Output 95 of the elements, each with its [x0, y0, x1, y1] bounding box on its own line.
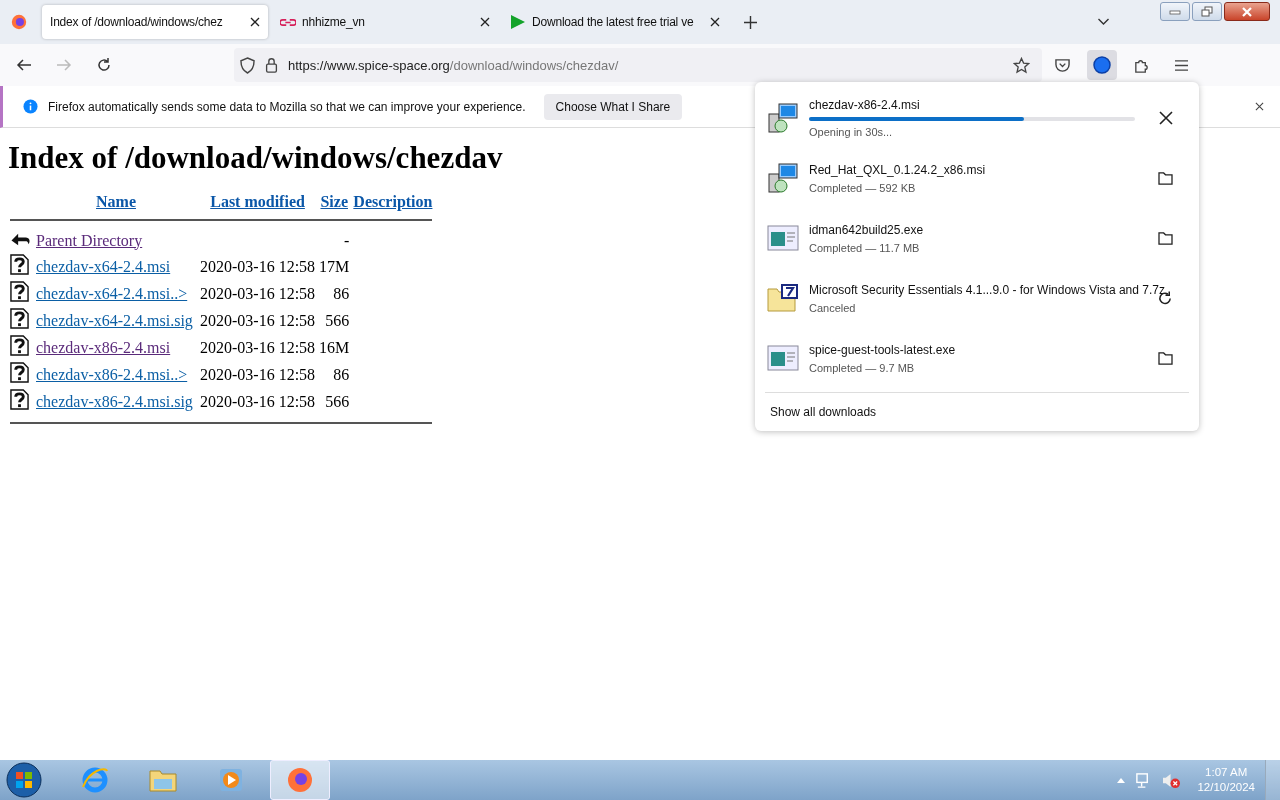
column-header-link[interactable]: Description [353, 193, 433, 210]
url-text: https://www.spice-space.org/download/windows/chezdav/ [288, 57, 619, 73]
minimize-icon [1169, 8, 1181, 15]
tab-title: Index of /download/windows/chez [50, 15, 224, 29]
unknown-file-icon [10, 335, 29, 356]
star-icon[interactable] [1013, 56, 1030, 74]
muted-speaker-icon[interactable] [1162, 771, 1182, 789]
window-icon [767, 344, 799, 372]
download-status: Canceled [809, 301, 857, 314]
info-icon [23, 99, 38, 114]
pocket-icon[interactable] [1054, 57, 1071, 73]
file-link[interactable]: chezdav-x64-2.4.msi..> [36, 284, 188, 302]
download-filename: spice-guest-tools-latest.exe [809, 342, 956, 357]
lock-icon[interactable] [265, 57, 278, 73]
tab-title: nhhizme_vn [302, 15, 366, 29]
column-header-link[interactable]: Size [320, 193, 348, 210]
folder-icon[interactable] [1158, 171, 1173, 185]
plus-icon[interactable] [744, 15, 757, 29]
modified-date: 2020-03-16 12:58 [200, 392, 316, 410]
close-icon[interactable] [480, 17, 490, 27]
browser-tab[interactable]: Download the latest free trial ve [502, 5, 728, 39]
unknown-file-icon [10, 389, 29, 410]
download-item[interactable]: Red_Hat_QXL_0.1.24.2_x86.msi Completed — 592 KB [763, 148, 1191, 208]
back-icon[interactable] [16, 57, 32, 73]
chevron-down-icon[interactable] [1097, 18, 1110, 26]
file-size: 566 [325, 311, 350, 329]
browser-tab[interactable]: nhhizme_vn [272, 5, 498, 39]
column-header-link[interactable]: Name [96, 193, 136, 210]
menu-icon[interactable] [1174, 58, 1189, 72]
download-status: Completed — 592 KB [809, 181, 917, 194]
folder-icon[interactable] [1158, 351, 1173, 365]
unknown-file-icon [10, 362, 29, 383]
close-icon[interactable] [1255, 102, 1264, 111]
file-link[interactable]: chezdav-x86-2.4.msi.sig [36, 392, 193, 410]
column-header-link[interactable]: Last modified [210, 193, 305, 210]
archive-folder-icon [767, 283, 799, 313]
unknown-file-icon [10, 281, 29, 302]
modified-date: 2020-03-16 12:58 [200, 257, 316, 275]
download-status: Completed — 9.7 MB [809, 361, 916, 374]
close-button[interactable] [1224, 2, 1270, 21]
downloads-button[interactable] [1087, 50, 1117, 80]
installer-icon [767, 102, 799, 134]
folder-icon[interactable] [1158, 231, 1173, 245]
modified-date: 2020-03-16 12:58 [200, 311, 316, 329]
restore-icon [1201, 5, 1213, 18]
file-size: 566 [325, 392, 350, 410]
firefox-icon[interactable] [10, 13, 28, 31]
window-icon [767, 224, 799, 252]
circle-icon [1092, 55, 1112, 75]
download-item[interactable]: spice-guest-tools-latest.exe Completed — 9.7 MB [763, 328, 1191, 388]
download-filename: chezdav-x86-2.4.msi [809, 98, 920, 112]
choose-what-i-share-button[interactable]: Choose What I Share [543, 93, 683, 120]
link-icon [280, 16, 296, 28]
file-link[interactable]: chezdav-x86-2.4.msi [36, 338, 171, 356]
show-all-downloads-link[interactable]: Show all downloads [763, 397, 884, 421]
modified-date: 2020-03-16 12:58 [200, 338, 316, 356]
close-icon[interactable] [1159, 111, 1173, 125]
close-icon [1241, 6, 1253, 17]
unknown-file-icon [10, 254, 29, 275]
download-status: Opening in 30s... [809, 126, 894, 138]
modified-date: 2020-03-16 12:58 [200, 365, 316, 383]
download-status: Completed — 11.7 MB [809, 241, 921, 254]
file-size: - [344, 231, 350, 249]
shield-icon[interactable] [240, 56, 255, 74]
page-heading: Index of /download/windows/chezdav [8, 140, 503, 176]
file-size: 86 [333, 284, 350, 302]
download-item[interactable]: chezdav-x86-2.4.msi Opening in 30s... [763, 88, 1191, 148]
browser-e-icon [80, 765, 110, 795]
start-button[interactable] [6, 762, 42, 798]
unknown-file-icon [10, 308, 29, 329]
reload-icon[interactable] [96, 57, 112, 73]
browser-tab[interactable]: Index of /download/windows/chez [42, 5, 268, 39]
tab-title: Download the latest free trial ve [532, 15, 695, 29]
play-icon [510, 14, 526, 30]
close-icon[interactable] [710, 17, 720, 27]
download-item[interactable]: idman642build25.exe Completed — 11.7 MB [763, 208, 1191, 268]
download-item[interactable]: Microsoft Security Essentials 4.1...9.0 - for Windows Vista and 7.7z Canceled [763, 268, 1191, 328]
download-filename: Red_Hat_QXL_0.1.24.2_x86.msi [809, 162, 986, 177]
installer-icon [767, 162, 799, 194]
address-bar[interactable]: https://www.spice-space.org/download/windows/chezdav/ [234, 48, 1042, 82]
download-filename: Microsoft Security Essentials 4.1...9.0 - for Windows Vista and 7.7z [809, 282, 1165, 297]
restore-button[interactable] [1192, 2, 1222, 21]
notification-text: Firefox automatically sends some data to Mozilla so that we can improve your experience. [48, 99, 526, 114]
file-size: 17M [319, 257, 350, 275]
file-link[interactable]: chezdav-x86-2.4.msi..> [36, 365, 188, 383]
modified-date: 2020-03-16 12:58 [200, 284, 316, 302]
file-link[interactable]: chezdav-x64-2.4.msi [36, 257, 171, 275]
file-size: 86 [333, 365, 350, 383]
file-link[interactable]: Parent Directory [36, 231, 143, 249]
file-size: 16M [319, 338, 350, 356]
close-icon[interactable] [250, 17, 260, 27]
file-link[interactable]: chezdav-x64-2.4.msi.sig [36, 311, 193, 329]
taskbar-app[interactable] [270, 760, 330, 800]
firefox-icon [285, 765, 315, 795]
download-filename: idman642build25.exe [809, 222, 924, 237]
